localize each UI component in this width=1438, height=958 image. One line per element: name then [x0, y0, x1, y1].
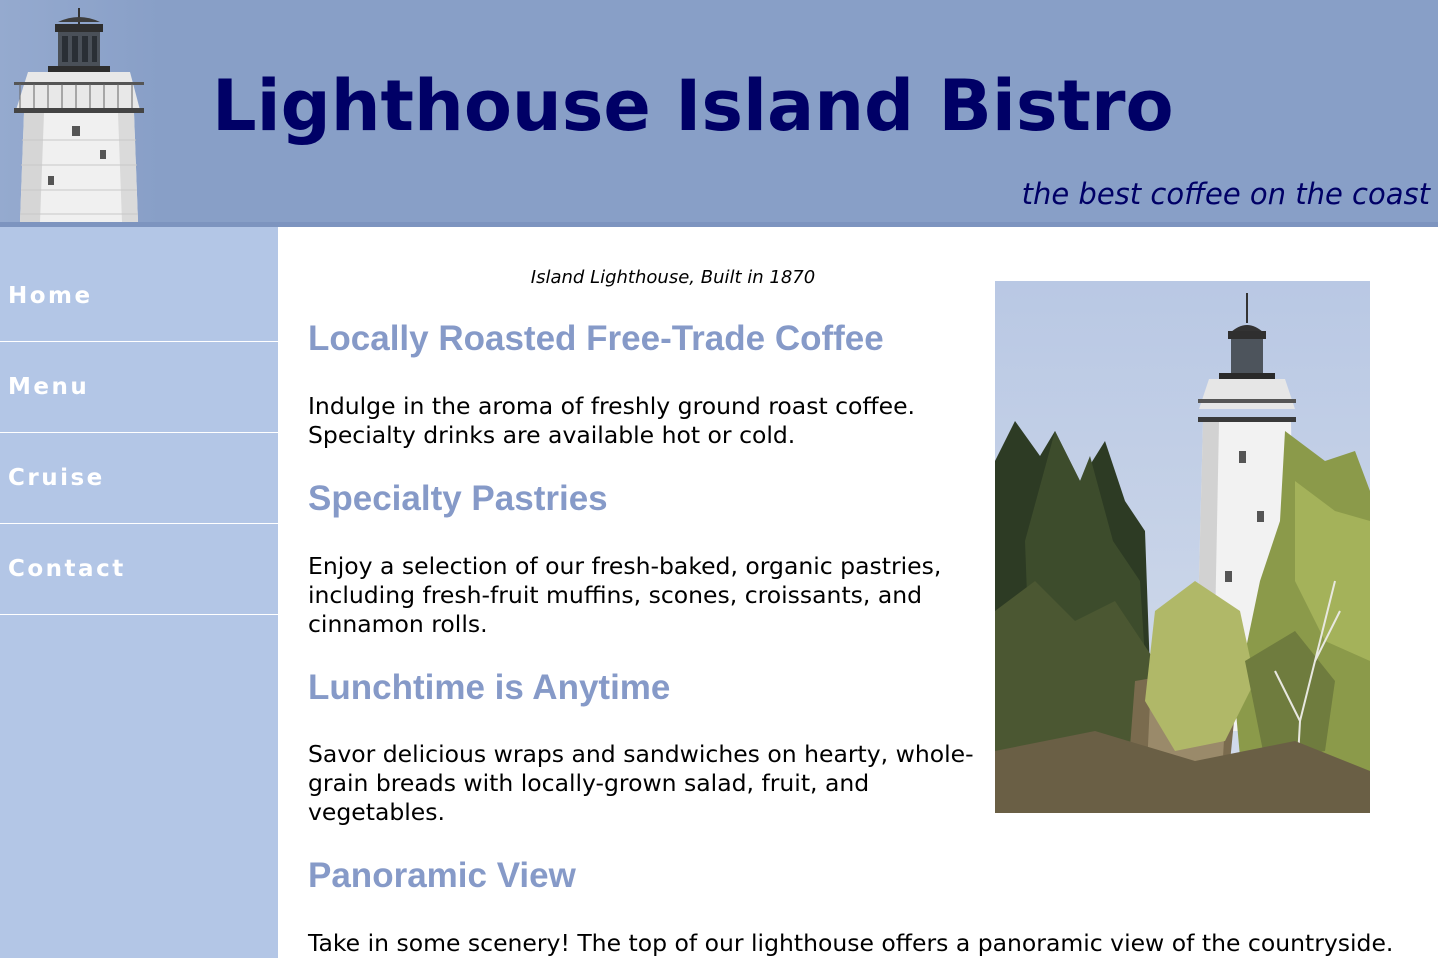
section-text-view: Take in some scenery! The top of our lig…: [308, 929, 1394, 957]
sidebar: Home Menu Cruise Contact: [0, 227, 278, 958]
section-text-lunch: Savor delicious wraps and sandwiches on …: [308, 740, 974, 826]
main-navigation: Home Menu Cruise Contact: [0, 227, 278, 615]
nav-link-contact[interactable]: Contact: [0, 524, 278, 614]
nav-link-cruise[interactable]: Cruise: [0, 433, 278, 523]
nav-item-cruise: Cruise: [0, 433, 278, 524]
nav-link-home[interactable]: Home: [0, 251, 278, 341]
nav-link-menu[interactable]: Menu: [0, 342, 278, 432]
nav-item-menu: Menu: [0, 342, 278, 433]
site-title: Lighthouse Island Bistro: [212, 65, 1174, 147]
main-content: Island Lighthouse, Built in 1870 Locally…: [278, 227, 1438, 958]
photo-caption: Island Lighthouse, Built in 1870: [530, 267, 816, 288]
section-heading-pastries: Specialty Pastries: [308, 479, 608, 518]
nav-item-home: Home: [0, 251, 278, 342]
site-header: Lighthouse Island Bistro the best coffee…: [0, 0, 1438, 227]
section-text-pastries: Enjoy a selection of our fresh-baked, or…: [308, 552, 942, 638]
lighthouse-photo: [995, 281, 1370, 813]
section-heading-coffee: Locally Roasted Free-Trade Coffee: [308, 319, 884, 358]
header-lighthouse-image: [0, 0, 160, 222]
section-heading-lunch: Lunchtime is Anytime: [308, 668, 671, 707]
nav-item-contact: Contact: [0, 524, 278, 615]
section-text-coffee: Indulge in the aroma of freshly ground r…: [308, 392, 916, 449]
site-tagline: the best coffee on the coast: [1021, 177, 1430, 211]
section-heading-view: Panoramic View: [308, 856, 576, 895]
